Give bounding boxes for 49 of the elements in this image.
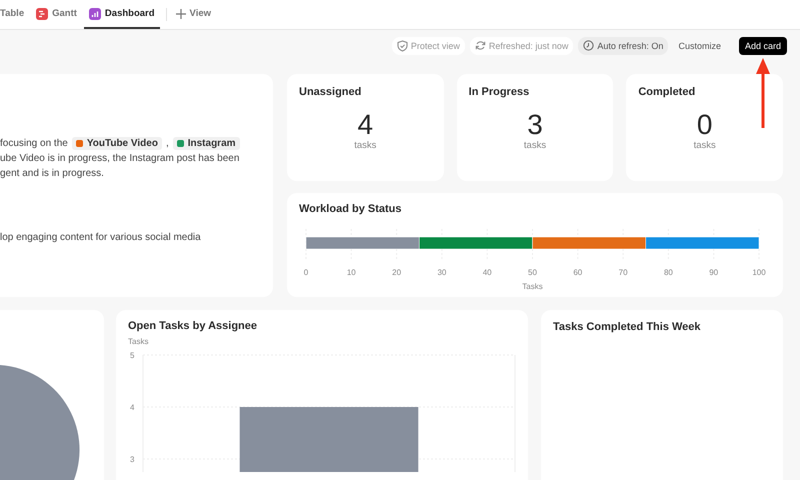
card-title: Unassigned [299, 86, 362, 98]
add-view-button[interactable]: View [170, 0, 216, 29]
axis-tick-label: 90 [709, 268, 718, 277]
summary-text: lop engaging content for various social media [0, 232, 201, 243]
arrow-drawing [756, 58, 770, 128]
axis-tick-label: 5 [130, 351, 134, 360]
toolbar-button[interactable]: Customize [673, 37, 726, 55]
toolbar-button[interactable]: Auto refresh: On [578, 37, 668, 55]
summary-text: gent and is in progress. [0, 168, 104, 179]
stat-value: 0 [696, 110, 712, 140]
task-chip[interactable]: YouTube Video [72, 137, 162, 150]
stat-value: 4 [358, 110, 374, 140]
card-title: Open Tasks by Assignee [128, 320, 258, 332]
stat-unit: tasks [354, 140, 376, 151]
clock-icon [583, 40, 594, 52]
summary-text: focusing on the [0, 138, 68, 149]
add-card-button[interactable]: Add card [738, 37, 787, 55]
dashboard-icon [88, 8, 101, 20]
plus-icon [176, 8, 186, 18]
card-title: Workload by Status [299, 203, 402, 215]
stat-unit: tasks [524, 140, 546, 151]
axis-tick-label: 70 [618, 268, 628, 277]
view-tab[interactable]: Dashboard [84, 0, 160, 29]
axis-title: Tasks [522, 282, 543, 291]
stat-unit: tasks [694, 140, 716, 151]
card-title: Completed [638, 86, 696, 98]
axis-tick-label: 20 [392, 268, 402, 277]
axis-tick-label: 0 [304, 268, 308, 277]
view-tab[interactable]: Table [0, 0, 30, 29]
axis-tick-label: 60 [573, 268, 582, 277]
axis-tick-label: 3 [130, 455, 134, 464]
card-title: Tasks Completed This Week [553, 321, 702, 333]
axis-tick-label: 50 [528, 268, 537, 277]
axis-tick-label: 4 [130, 403, 134, 412]
axis-tick-label: 40 [482, 268, 492, 277]
summary-text: ube Video is in progress, the Instagram post has been [0, 153, 240, 164]
axis-tick-label: 30 [437, 268, 446, 277]
task-chip[interactable]: Instagram [172, 137, 240, 150]
axis-tick-label: 80 [664, 268, 673, 277]
view-tab[interactable]: Gantt [31, 0, 82, 29]
shield-icon [396, 40, 408, 52]
card-title: In Progress [468, 86, 530, 98]
refresh-icon [474, 40, 486, 52]
axis-tick-label: 100 [752, 268, 766, 277]
summary-text: , [166, 138, 169, 149]
gantt-icon [36, 8, 48, 20]
stat-value: 3 [527, 110, 543, 140]
axis-tick-label: 10 [346, 268, 356, 277]
axis-title: Tasks [128, 337, 150, 346]
